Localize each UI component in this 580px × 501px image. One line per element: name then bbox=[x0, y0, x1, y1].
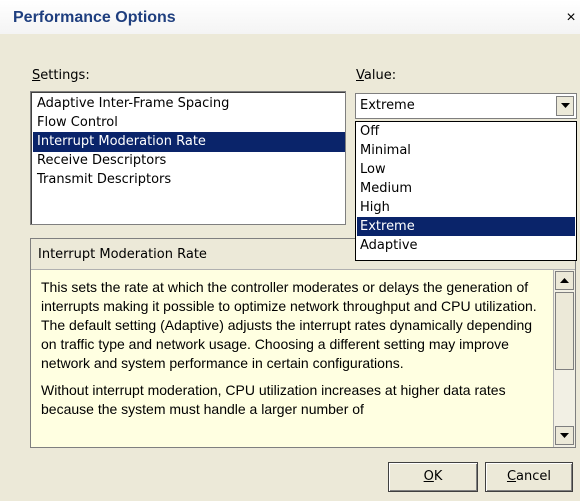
settings-item-receive-descriptors[interactable]: Receive Descriptors bbox=[33, 151, 170, 171]
chevron-down-icon bbox=[560, 103, 570, 108]
description-title: Interrupt Moderation Rate bbox=[38, 247, 207, 262]
close-icon[interactable]: × bbox=[562, 9, 580, 27]
value-combobox[interactable]: Extreme bbox=[355, 93, 577, 119]
chevron-up-icon bbox=[560, 277, 569, 283]
ok-button-rest: K bbox=[433, 469, 443, 484]
value-option-minimal[interactable]: Minimal bbox=[357, 141, 575, 160]
cancel-button-rest: ancel bbox=[516, 469, 552, 484]
value-option-off[interactable]: Off bbox=[357, 122, 575, 141]
value-option-high[interactable]: High bbox=[357, 198, 575, 217]
dialog-title: Performance Options bbox=[13, 9, 176, 26]
chevron-down-icon bbox=[560, 432, 569, 438]
description-paragraph: This sets the rate at which the controll… bbox=[41, 279, 537, 371]
value-dropdown-button[interactable] bbox=[556, 96, 574, 116]
settings-item-flow-control[interactable]: Flow Control bbox=[33, 113, 122, 133]
ok-button[interactable]: OK bbox=[388, 462, 478, 492]
value-label-rest: alue: bbox=[363, 68, 397, 83]
description-scrollbar[interactable] bbox=[553, 270, 575, 447]
settings-label-rest: ettings: bbox=[40, 68, 90, 83]
ok-button-accel: O bbox=[423, 469, 434, 484]
value-option-extreme[interactable]: Extreme bbox=[357, 217, 575, 236]
value-option-medium[interactable]: Medium bbox=[357, 179, 575, 198]
performance-options-dialog: Performance Options × Settings: Value: A… bbox=[0, 0, 580, 501]
value-option-low[interactable]: Low bbox=[357, 160, 575, 179]
scroll-thumb[interactable] bbox=[555, 292, 574, 370]
settings-item-transmit-descriptors[interactable]: Transmit Descriptors bbox=[33, 170, 175, 190]
value-dropdown-list[interactable]: Off Minimal Low Medium High Extreme Adap… bbox=[355, 121, 577, 261]
scroll-down-button[interactable] bbox=[555, 426, 574, 445]
title-bar[interactable]: Performance Options × bbox=[0, 0, 580, 34]
value-option-adaptive[interactable]: Adaptive bbox=[357, 236, 575, 255]
settings-listbox[interactable]: Adaptive Inter-Frame Spacing Flow Contro… bbox=[30, 91, 346, 225]
description-paragraph: Without interrupt moderation, CPU utiliz… bbox=[41, 382, 506, 417]
description-panel: Interrupt Moderation Rate This sets the … bbox=[30, 238, 576, 448]
value-label-accel: V bbox=[356, 68, 364, 83]
cancel-button[interactable]: Cancel bbox=[485, 462, 573, 492]
value-label: Value: bbox=[356, 68, 396, 83]
value-combobox-text: Extreme bbox=[360, 98, 415, 113]
cancel-button-accel: C bbox=[506, 469, 517, 484]
description-text: This sets the rate at which the controll… bbox=[31, 270, 553, 447]
settings-item-interrupt-moderation-rate[interactable]: Interrupt Moderation Rate bbox=[33, 132, 345, 152]
settings-item-adaptive-inter-frame-spacing[interactable]: Adaptive Inter-Frame Spacing bbox=[33, 94, 233, 114]
scroll-up-button[interactable] bbox=[555, 271, 574, 290]
settings-label: Settings: bbox=[32, 68, 90, 83]
